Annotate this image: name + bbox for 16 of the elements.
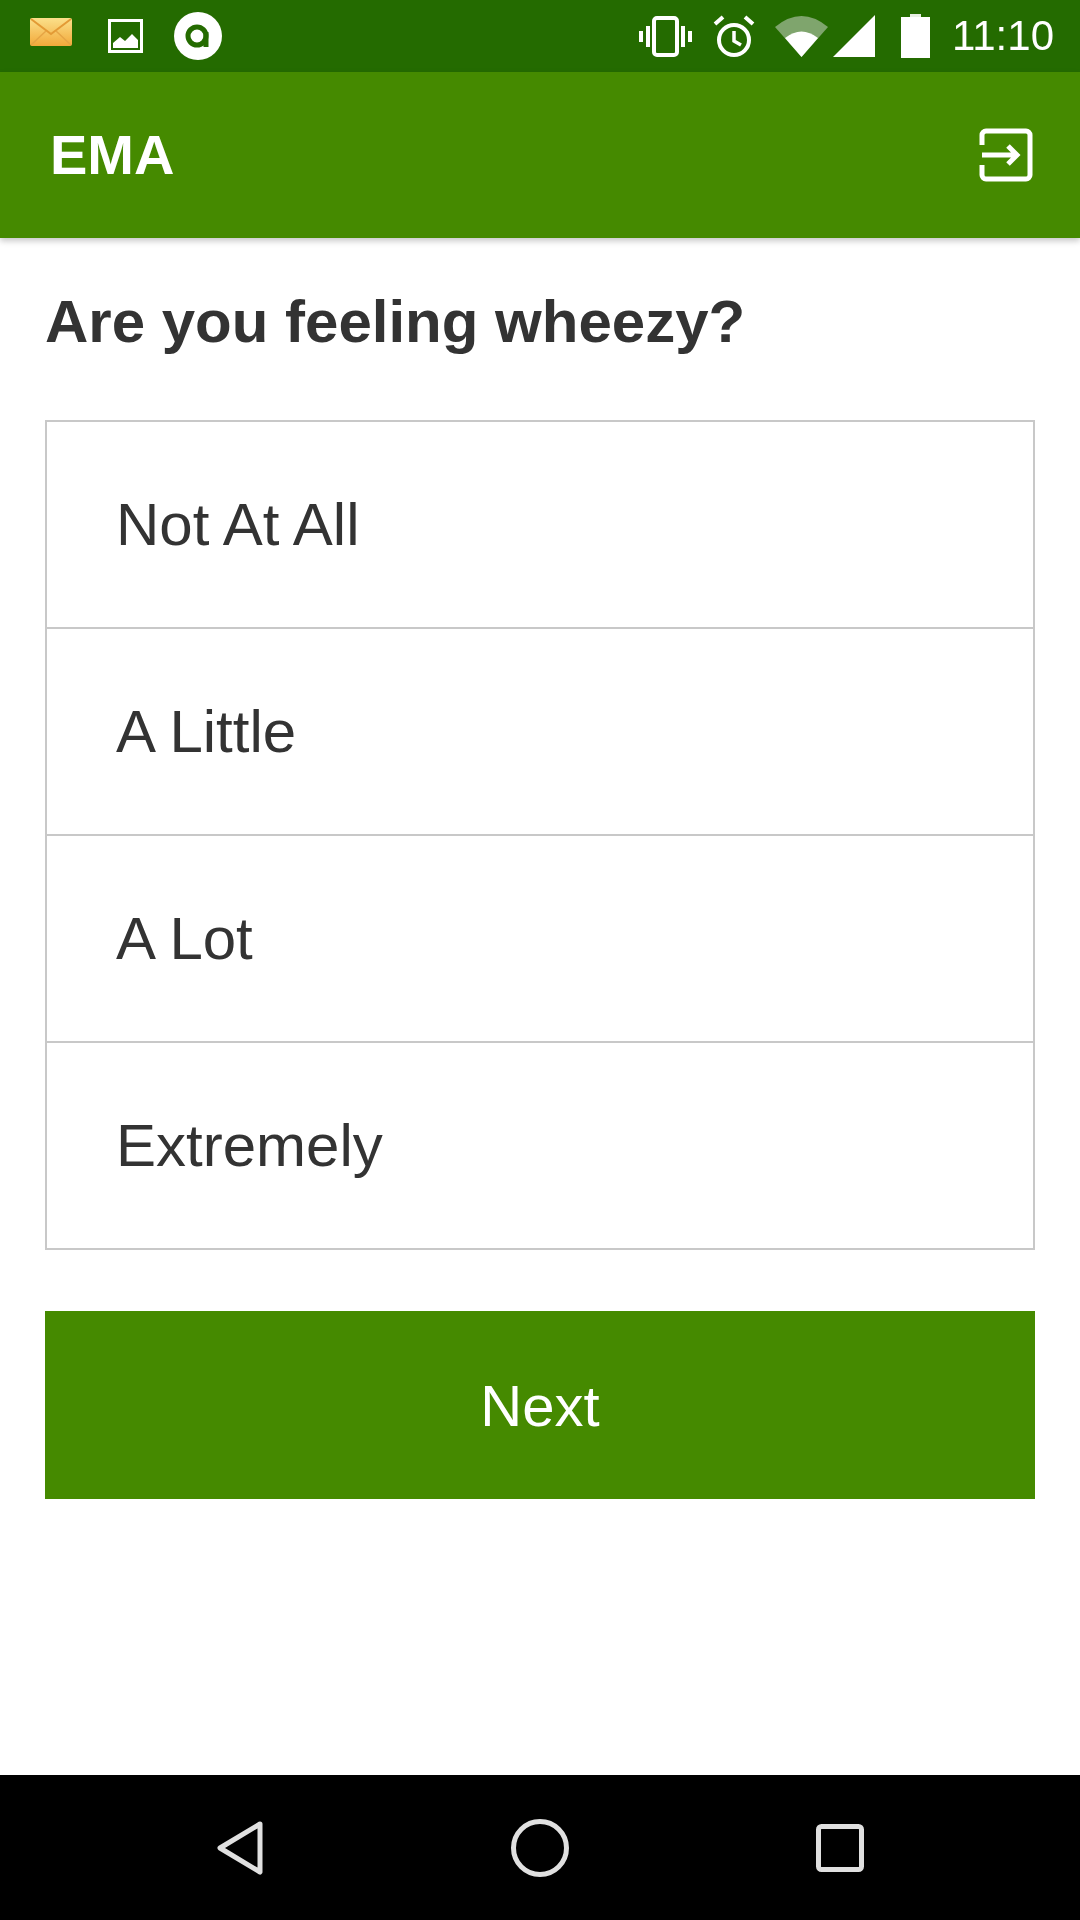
envelope-icon: [30, 18, 72, 46]
app-title: EMA: [50, 124, 175, 186]
recents-icon[interactable]: [816, 1823, 864, 1872]
question-text: Are you feeling wheezy?: [45, 287, 746, 357]
vibrate-icon: [638, 15, 693, 57]
back-icon[interactable]: [216, 1819, 264, 1876]
image-icon: [108, 19, 143, 53]
arrow-into-box-icon[interactable]: [978, 127, 1034, 183]
signal-icon: [833, 15, 875, 57]
next-button[interactable]: Next: [45, 1311, 1035, 1499]
status-time: 11:10: [952, 15, 1054, 57]
alarm-clock-icon: [713, 14, 755, 58]
wifi-icon: [775, 15, 828, 57]
home-icon[interactable]: [510, 1817, 570, 1878]
battery-icon: [901, 14, 930, 58]
circle-app-icon: [174, 12, 222, 60]
